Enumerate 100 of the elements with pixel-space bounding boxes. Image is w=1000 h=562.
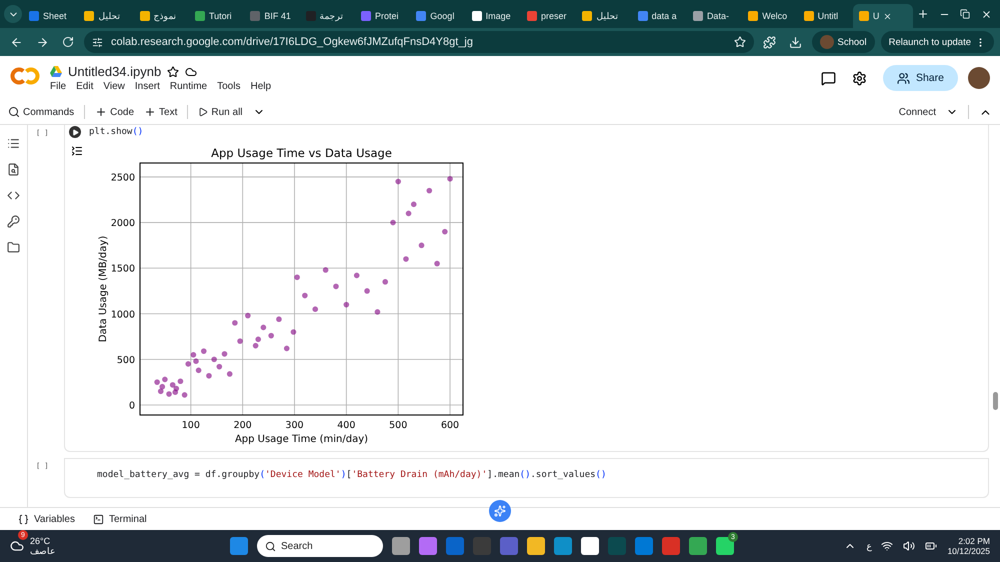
output-toggle-icon[interactable] (71, 145, 83, 157)
code-snippets-icon[interactable] (7, 189, 20, 202)
search-icon (8, 106, 20, 118)
x-tick-label: 600 (440, 420, 460, 431)
add-text-button[interactable]: Text (144, 106, 178, 118)
bookmark-star-icon[interactable] (734, 36, 746, 48)
tab-search-button[interactable] (4, 5, 22, 23)
connect-button[interactable]: Connect (898, 106, 936, 118)
point (206, 372, 212, 379)
browser-tab[interactable]: Image (466, 4, 520, 28)
run-button[interactable] (69, 126, 81, 138)
table-of-contents-icon[interactable] (7, 137, 20, 150)
browser-tab[interactable]: data a (632, 4, 686, 28)
x-tick-label: 200 (234, 420, 252, 431)
point (354, 272, 360, 278)
menu-item[interactable]: Help (250, 81, 272, 92)
clock-date[interactable]: 10/12/2025 (947, 546, 990, 556)
point (252, 342, 258, 348)
comment-icon[interactable] (820, 70, 836, 86)
point (418, 242, 424, 248)
browser-tab[interactable]: Sheet (23, 4, 78, 28)
volume-icon[interactable] (903, 540, 916, 552)
point (162, 376, 168, 382)
restore-icon (960, 9, 970, 19)
code-cell[interactable]: model_battery_avg = df.groupby('Device Model')['Battery Drain (mAh/day)'].mean().sort_values() (64, 458, 989, 498)
y-tick-label: 500 (116, 354, 135, 366)
x-tick-label: 300 (285, 420, 304, 431)
play-icon (198, 107, 208, 117)
relaunch-label: Relaunch to update (888, 36, 971, 48)
browser-tab[interactable]: Data- (686, 4, 742, 28)
browser-tab[interactable]: Welco (742, 4, 797, 28)
browser-tab[interactable]: U (852, 4, 914, 28)
menu-item[interactable]: File (50, 81, 66, 92)
point (442, 228, 448, 234)
address-bar[interactable]: colab.research.google.com/drive/17I6LDG_Ogkew6fJMZufqFnsD4Y8gt_jg (84, 31, 754, 53)
close-icon[interactable] (883, 12, 892, 20)
point (403, 256, 409, 262)
point (364, 288, 370, 294)
add-code-button[interactable]: Code (95, 106, 134, 118)
arrow-right-icon (36, 36, 48, 48)
scrollbar-thumb[interactable] (993, 392, 998, 410)
variables-button[interactable]: Variables (18, 514, 75, 524)
profile-avatar (820, 35, 834, 49)
browser-tab[interactable]: Untitl (798, 4, 852, 28)
browser-tab[interactable]: Protei (354, 4, 410, 28)
browser-tab[interactable]: BIF 41 (244, 4, 299, 28)
y-tick-label: 1500 (110, 264, 135, 275)
profile-button[interactable]: School (812, 31, 875, 53)
browser-tab[interactable]: preser (520, 4, 576, 28)
clock-time[interactable]: 2:02 PM (958, 536, 990, 546)
x-axis-label: App Usage Time (min/day) (234, 434, 368, 445)
find-icon[interactable] (7, 163, 20, 176)
point (333, 284, 339, 290)
y-tick-label: 1000 (110, 309, 135, 320)
user-avatar[interactable] (968, 67, 990, 89)
point (322, 267, 328, 273)
point (158, 388, 164, 394)
browser-tab[interactable]: ترجمة (300, 4, 354, 28)
point (290, 329, 296, 335)
search-icon (265, 540, 276, 552)
site-settings-icon[interactable] (92, 36, 103, 48)
browser-tab[interactable]: تحليل (78, 4, 133, 28)
point (312, 306, 318, 312)
plus-icon (144, 106, 156, 118)
share-button[interactable]: Share (882, 65, 958, 91)
plus-icon (95, 106, 108, 118)
notebook-title[interactable]: Untitled34.ipynb (68, 64, 162, 79)
relaunch-button[interactable]: Relaunch to update (880, 31, 994, 53)
point (226, 371, 232, 377)
point (222, 351, 228, 357)
input-language[interactable]: ع (866, 541, 872, 551)
settings-icon[interactable] (852, 70, 867, 86)
taskbar-search-field[interactable]: Search (257, 535, 383, 557)
browser-tab[interactable]: Tutori (188, 4, 244, 28)
run-all-button[interactable]: Run all (198, 106, 243, 118)
x-tick-label: 100 (182, 420, 200, 431)
browser-tab[interactable]: Googl (410, 4, 465, 28)
battery-icon[interactable] (925, 540, 938, 552)
menu-item[interactable]: Tools (217, 81, 240, 92)
cloud-icon (185, 66, 198, 78)
browser-tab[interactable]: تحليل (576, 4, 631, 28)
key-icon[interactable] (7, 215, 20, 228)
y-tick-label: 0 (128, 400, 135, 412)
point (284, 346, 290, 352)
menu-item[interactable]: Runtime (170, 81, 208, 92)
point (154, 379, 160, 385)
menu-item[interactable]: Edit (76, 81, 94, 92)
gemini-button[interactable] (489, 500, 511, 522)
point (406, 210, 412, 216)
menu-item[interactable]: View (103, 81, 125, 92)
commands-button[interactable]: Commands (8, 106, 74, 118)
terminal-button[interactable]: Terminal (92, 514, 147, 524)
star-icon[interactable] (167, 66, 180, 78)
weather-icon[interactable] (10, 539, 24, 553)
point (260, 324, 266, 330)
point (185, 361, 192, 367)
browser-tab[interactable]: نموذج (134, 4, 188, 28)
menu-item[interactable]: Insert (134, 81, 160, 92)
point (182, 392, 188, 398)
x-tick-label: 400 (337, 420, 356, 431)
